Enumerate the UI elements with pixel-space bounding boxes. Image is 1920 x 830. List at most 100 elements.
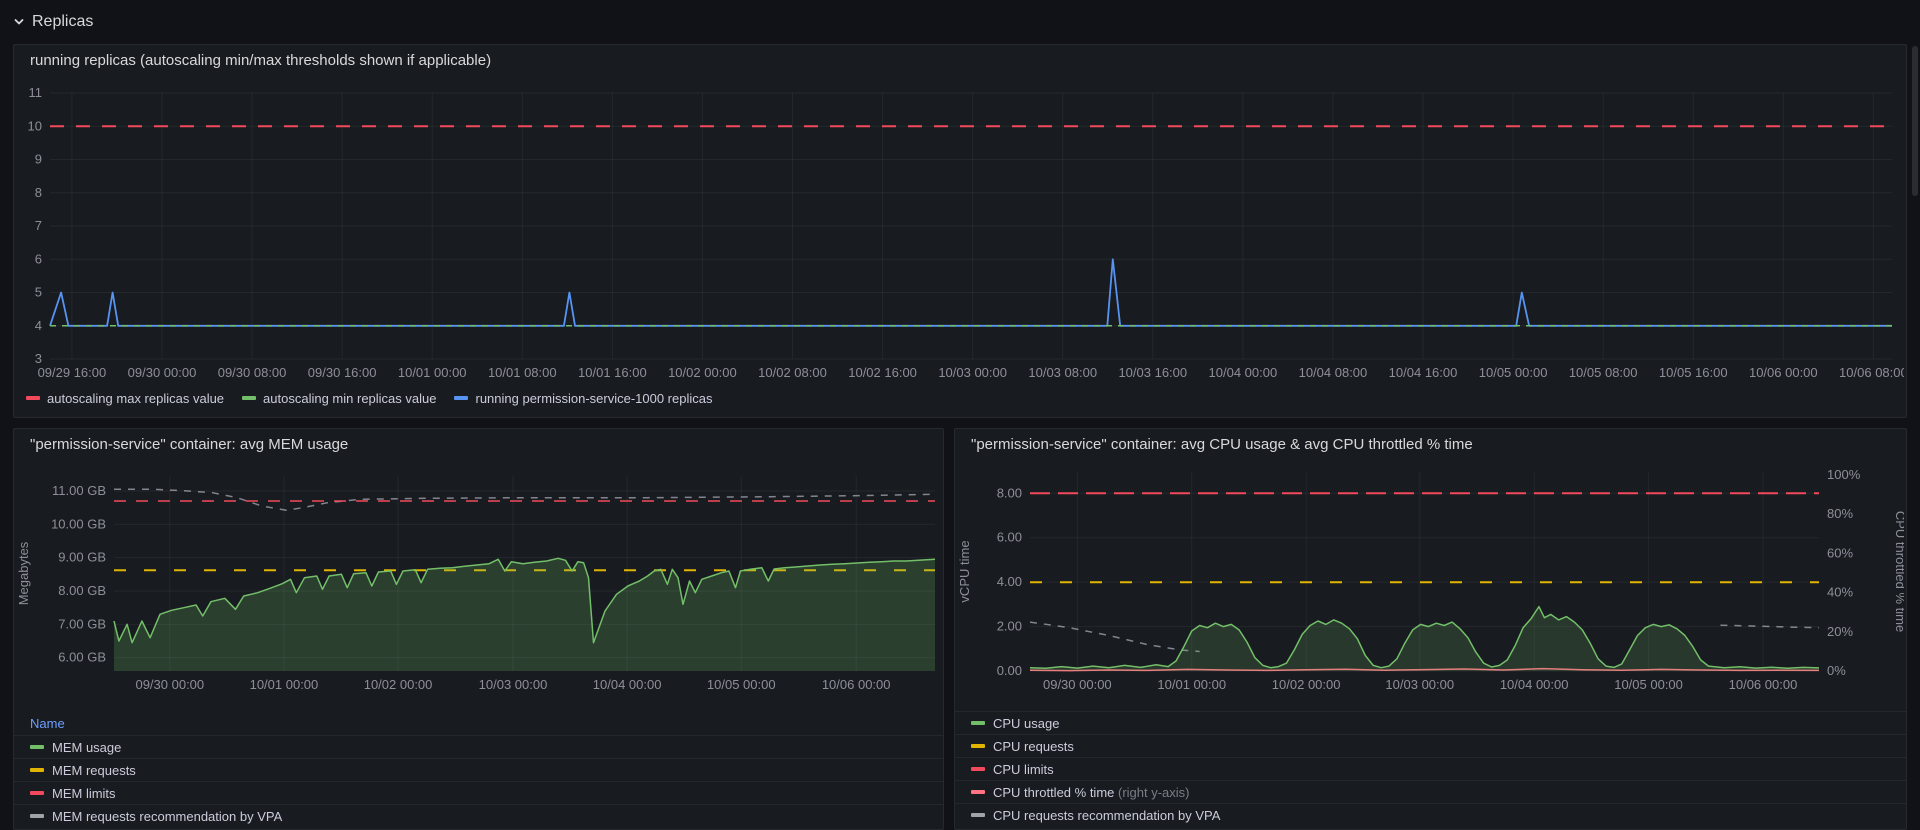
replicas-chart[interactable]: 09/29 16:00 09/30 00:00 09/30 08:00 09/30 1… [14,73,1904,385]
svg-text:10/05 00:00: 10/05 00:00 [1479,365,1548,380]
svg-text:10/02 08:00: 10/02 08:00 [758,365,827,380]
legend-row[interactable]: CPU requests recommendation by VPA [955,803,1906,826]
svg-text:10/02 00:00: 10/02 00:00 [668,365,737,380]
svg-text:10/03 00:00: 10/03 00:00 [938,365,1007,380]
svg-text:5: 5 [35,285,42,300]
series-marker [971,744,985,748]
panel-cpu-usage: "permission-service" container: avg CPU … [954,428,1907,830]
legend-row[interactable]: MEM requests [14,758,943,781]
legend-label: CPU limits [993,762,1054,777]
svg-text:10: 10 [28,118,42,133]
legend-item[interactable]: autoscaling max replicas value [26,391,224,406]
svg-text:vCPU time: vCPU time [957,540,972,602]
series-marker [242,396,256,400]
svg-text:10/03 00:00: 10/03 00:00 [1385,677,1454,692]
svg-text:10/01 00:00: 10/01 00:00 [398,365,467,380]
svg-text:10/05 00:00: 10/05 00:00 [1614,677,1683,692]
svg-text:10/01 16:00: 10/01 16:00 [578,365,647,380]
svg-text:10/02 16:00: 10/02 16:00 [848,365,917,380]
series-marker [971,721,985,725]
svg-text:9: 9 [35,152,42,167]
legend-row[interactable]: MEM limits [14,781,943,804]
legend-label: CPU requests recommendation by VPA [993,808,1220,823]
legend-header-name[interactable]: Name [14,711,134,735]
panel-title[interactable]: "permission-service" container: avg MEM … [14,429,943,457]
legend-label: running permission-service-1000 replicas [475,391,712,406]
svg-text:10/04 00:00: 10/04 00:00 [1209,365,1278,380]
svg-text:0%: 0% [1827,663,1846,678]
svg-text:10/03 16:00: 10/03 16:00 [1118,365,1187,380]
svg-text:10/04 16:00: 10/04 16:00 [1389,365,1458,380]
svg-text:11: 11 [29,85,43,100]
panel-running-replicas: running replicas (autoscaling min/max th… [13,44,1907,418]
mem-chart[interactable]: 09/30 00:00 10/01 00:00 10/02 00:00 10/03 0… [14,457,943,711]
legend: autoscaling max replicas value autoscali… [14,385,1906,411]
svg-text:CPU throttled % time: CPU throttled % time [1893,511,1904,632]
page-scrollbar[interactable] [1912,46,1918,196]
svg-text:10.00 GB: 10.00 GB [51,516,106,531]
svg-text:11.00 GB: 11.00 GB [52,483,106,498]
svg-text:8.00 GB: 8.00 GB [58,583,106,598]
svg-text:6.00: 6.00 [997,530,1022,545]
svg-text:10/06 00:00: 10/06 00:00 [822,677,891,692]
legend-label: autoscaling min replicas value [263,391,436,406]
panel-title[interactable]: running replicas (autoscaling min/max th… [14,45,1906,73]
svg-text:8.00: 8.00 [997,485,1022,500]
svg-text:Megabytes: Megabytes [16,541,31,605]
svg-text:10/06 08:00: 10/06 08:00 [1839,365,1904,380]
panel-title[interactable]: "permission-service" container: avg CPU … [955,429,1906,457]
section-title: Replicas [32,13,93,31]
svg-text:20%: 20% [1827,624,1853,639]
svg-text:10/03 08:00: 10/03 08:00 [1028,365,1097,380]
legend-item[interactable]: autoscaling min replicas value [242,391,436,406]
series-marker [971,813,985,817]
svg-text:10/04 08:00: 10/04 08:00 [1299,365,1368,380]
legend-row[interactable]: CPU requests [955,734,1906,757]
section-header-replicas[interactable]: Replicas [13,8,1907,36]
legend-row[interactable]: CPU usage [955,711,1906,734]
dashboard: Replicas running replicas (autoscaling m… [0,0,1920,830]
legend-label: CPU usage [993,716,1059,731]
svg-text:10/02 00:00: 10/02 00:00 [364,677,433,692]
svg-text:10/04 00:00: 10/04 00:00 [1500,677,1569,692]
legend-table: Name MEM usage MEM requests MEM limits M… [14,711,943,827]
legend-item[interactable]: running permission-service-1000 replicas [454,391,712,406]
legend-row[interactable]: MEM usage [14,735,943,758]
series-marker [454,396,468,400]
series-marker [30,791,44,795]
svg-text:09/29 16:00: 09/29 16:00 [38,365,107,380]
svg-text:09/30 00:00: 09/30 00:00 [128,365,197,380]
svg-text:0.00: 0.00 [997,663,1022,678]
series-marker [26,396,40,400]
svg-text:40%: 40% [1827,585,1853,600]
svg-text:60%: 60% [1827,545,1853,560]
svg-text:10/01 00:00: 10/01 00:00 [250,677,319,692]
series-marker [30,745,44,749]
legend-label: MEM limits [52,786,116,801]
legend-label: autoscaling max replicas value [47,391,224,406]
legend-label: MEM requests [52,763,136,778]
legend-row[interactable]: CPU throttled % time (right y-axis) [955,780,1906,803]
svg-text:8: 8 [35,185,42,200]
svg-text:10/04 00:00: 10/04 00:00 [593,677,662,692]
cpu-chart[interactable]: 09/30 00:0010/01 00:0010/02 00:0010/03 0… [955,457,1904,711]
svg-text:2.00: 2.00 [997,619,1022,634]
series-marker [971,767,985,771]
legend-label-text: CPU throttled % time [993,785,1114,800]
legend-row[interactable]: MEM requests recommendation by VPA [14,804,943,827]
svg-text:10/03 00:00: 10/03 00:00 [479,677,548,692]
legend-row[interactable]: CPU limits [955,757,1906,780]
svg-text:10/05 16:00: 10/05 16:00 [1659,365,1728,380]
svg-text:09/30 08:00: 09/30 08:00 [218,365,287,380]
svg-text:09/30 16:00: 09/30 16:00 [308,365,377,380]
legend-label: CPU throttled % time (right y-axis) [993,785,1190,800]
svg-text:7.00 GB: 7.00 GB [58,616,106,631]
svg-text:6.00 GB: 6.00 GB [58,650,106,665]
svg-text:10/05 08:00: 10/05 08:00 [1569,365,1638,380]
series-marker [30,814,44,818]
svg-text:80%: 80% [1827,506,1853,521]
svg-text:9.00 GB: 9.00 GB [58,550,106,565]
svg-text:09/30 00:00: 09/30 00:00 [135,677,204,692]
svg-text:4.00: 4.00 [997,574,1022,589]
chevron-down-icon [13,16,25,28]
